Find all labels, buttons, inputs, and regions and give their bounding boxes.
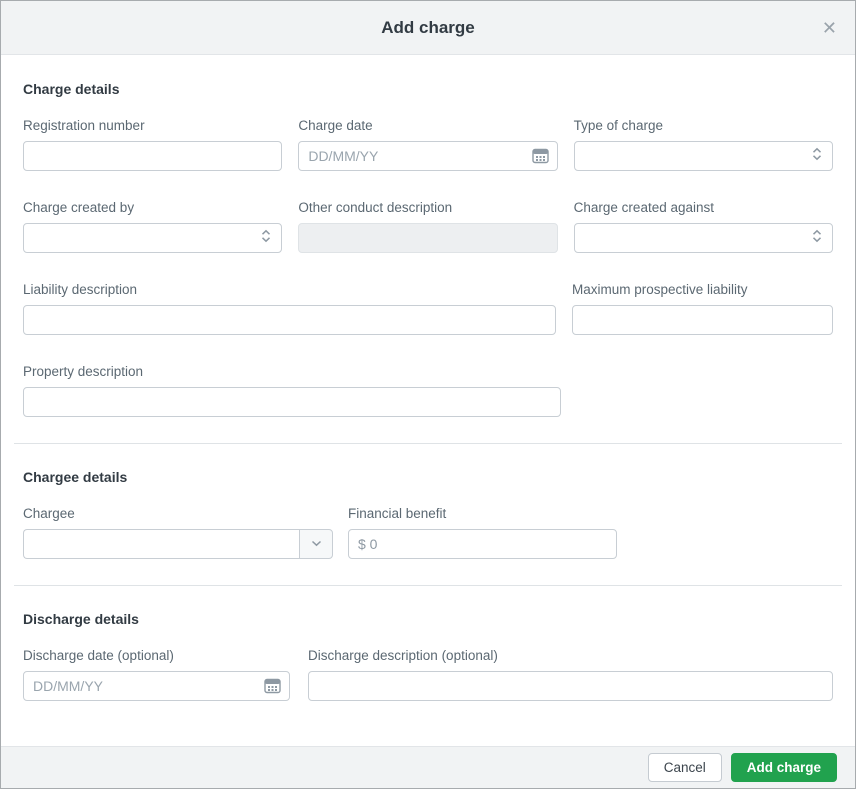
cancel-button[interactable]: Cancel: [647, 753, 722, 782]
charge-created-by-label: Charge created by: [23, 200, 135, 215]
other-conduct-description-label: Other conduct description: [298, 200, 453, 215]
charge-created-by-select[interactable]: [23, 223, 283, 253]
maximum-prospective-liability-input[interactable]: [572, 305, 833, 335]
chargee-row: Chargee Financial benefit: [23, 505, 833, 559]
registration-number-field: Registration number: [23, 117, 283, 171]
charge-row-2: Charge created by Other conduct descript…: [23, 199, 833, 253]
chargee-label: Chargee: [23, 506, 75, 521]
chargee-field: Chargee: [23, 505, 333, 559]
charge-date-input[interactable]: [298, 141, 558, 171]
other-conduct-description-input: [298, 223, 558, 253]
charge-date-label: Charge date: [298, 118, 373, 133]
discharge-description-field: Discharge description (optional): [308, 647, 833, 701]
discharge-row: Discharge date (optional) DD/MM/YY Disch…: [23, 647, 833, 701]
discharge-date-field: Discharge date (optional): [23, 647, 290, 701]
charge-details-heading: Charge details: [23, 81, 120, 97]
chevron-down-icon: [310, 535, 323, 553]
maximum-prospective-liability-field: Maximum prospective liability: [572, 281, 833, 335]
section-divider: [14, 585, 842, 586]
financial-benefit-field: Financial benefit: [348, 505, 617, 559]
section-divider: [14, 443, 842, 444]
add-charge-modal: Add charge ✕ Charge details Registration…: [0, 0, 856, 789]
charge-row-4: Property description: [23, 363, 833, 417]
chevron-up-down-icon: [811, 228, 823, 249]
calendar-icon[interactable]: [264, 678, 281, 694]
type-of-charge-select[interactable]: [573, 141, 833, 171]
property-description-input[interactable]: [23, 387, 561, 417]
charge-row-1: Registration number Charge date DD/MM/YY…: [23, 117, 833, 171]
property-description-field: Property description: [23, 363, 561, 417]
chevron-up-down-icon: [260, 228, 272, 249]
liability-description-label: Liability description: [23, 282, 138, 297]
charge-row-3: Liability description Maximum prospectiv…: [23, 281, 833, 335]
charge-created-against-label: Charge created against: [573, 200, 714, 215]
discharge-description-label: Discharge description (optional): [308, 648, 498, 663]
add-charge-button[interactable]: Add charge: [730, 753, 837, 782]
type-of-charge-field: Type of charge: [573, 117, 833, 171]
type-of-charge-label: Type of charge: [573, 118, 663, 133]
chargee-input[interactable]: [23, 529, 299, 559]
discharge-date-input[interactable]: [23, 671, 290, 701]
property-description-label: Property description: [23, 364, 144, 379]
charge-created-against-field: Charge created against: [573, 199, 833, 253]
modal-title: Add charge: [381, 17, 475, 37]
chevron-up-down-icon: [811, 146, 823, 167]
chargee-dropdown-button[interactable]: [299, 529, 333, 559]
close-icon[interactable]: ✕: [816, 13, 843, 43]
charge-date-field: Charge date: [298, 117, 558, 171]
liability-description-field: Liability description: [23, 281, 556, 335]
charge-created-by-field: Charge created by: [23, 199, 283, 253]
discharge-details-heading: Discharge details: [23, 611, 139, 627]
maximum-prospective-liability-label: Maximum prospective liability: [572, 282, 748, 297]
registration-number-label: Registration number: [23, 118, 145, 133]
financial-benefit-label: Financial benefit: [348, 506, 447, 521]
discharge-description-input[interactable]: [308, 671, 833, 701]
liability-description-input[interactable]: [23, 305, 556, 335]
other-conduct-description-field: Other conduct description: [298, 199, 558, 253]
calendar-icon[interactable]: [531, 148, 549, 164]
charge-created-against-select[interactable]: [573, 223, 833, 253]
discharge-date-label: Discharge date (optional): [23, 648, 174, 663]
financial-benefit-input[interactable]: [348, 529, 617, 559]
modal-footer: Cancel Add charge: [1, 746, 855, 788]
modal-header: Add charge ✕: [1, 1, 855, 55]
chargee-details-heading: Chargee details: [23, 469, 128, 485]
modal-body: Charge details Registration number Charg…: [1, 55, 855, 746]
registration-number-input[interactable]: [23, 141, 283, 171]
